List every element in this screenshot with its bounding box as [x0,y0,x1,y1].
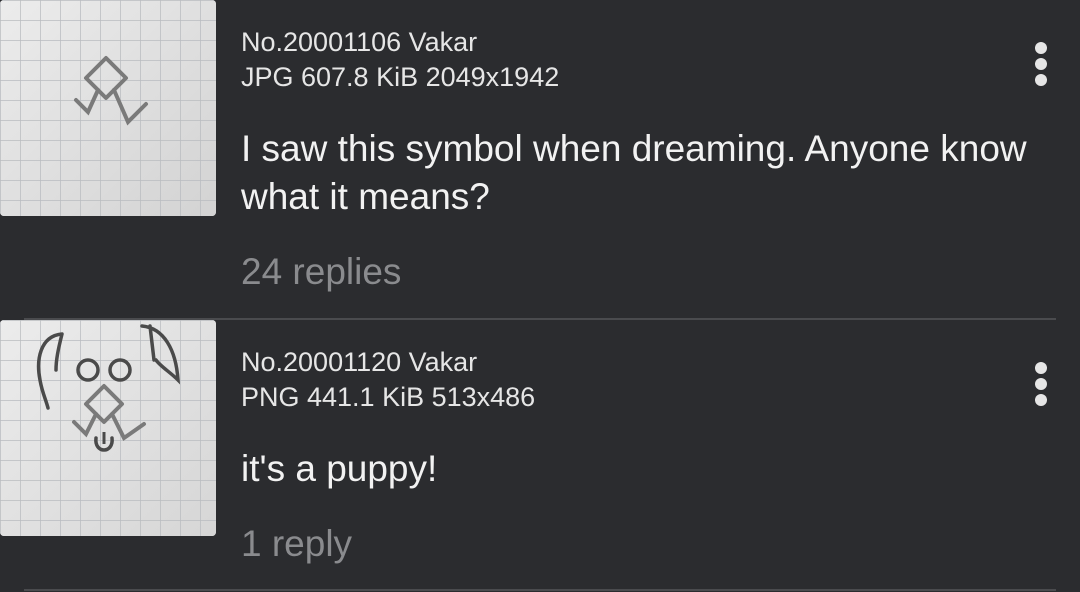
post-thumbnail[interactable] [0,320,216,536]
post-meta: No.20001120 Vakar PNG 441.1 KiB 513x486 [241,345,535,415]
post: No.20001120 Vakar PNG 441.1 KiB 513x486 … [0,320,1080,592]
file-info: JPG 607.8 KiB 2049x1942 [241,62,560,92]
more-vertical-icon[interactable] [1020,33,1064,93]
thread-list: No.20001106 Vakar JPG 607.8 KiB 2049x194… [0,0,1080,592]
post-divider [24,589,1056,591]
post-meta: No.20001106 Vakar JPG 607.8 KiB 2049x194… [241,25,559,95]
replies-link[interactable]: 24 replies [241,248,401,296]
symbol-sketch-thumbnail [0,0,216,216]
post-comment: it's a puppy! [241,448,438,489]
post-number-and-time[interactable]: No.20001120 Vakar [241,345,535,380]
post: No.20001106 Vakar JPG 607.8 KiB 2049x194… [0,0,1080,320]
replies-link[interactable]: 1 reply [241,520,352,568]
file-info: PNG 441.1 KiB 513x486 [241,382,536,412]
puppy-sketch-thumbnail [0,320,216,536]
post-comment: I saw this symbol when dreaming. Anyone … [241,128,1027,217]
more-vertical-icon[interactable] [1020,353,1064,413]
post-number-and-time[interactable]: No.20001106 Vakar [241,25,559,60]
post-thumbnail[interactable] [0,0,216,216]
